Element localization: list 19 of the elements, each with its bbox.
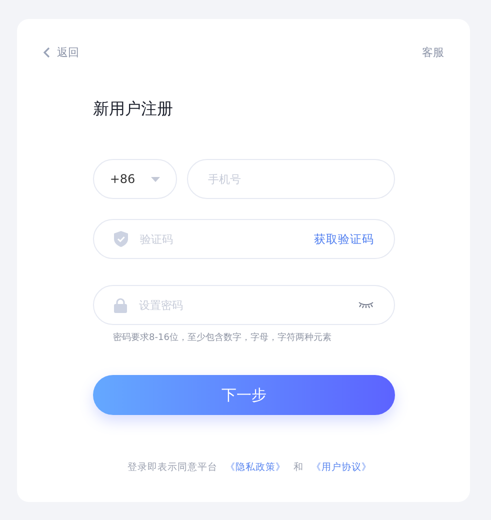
back-icon [43, 47, 50, 58]
phone-field[interactable]: 手机号 [187, 159, 395, 199]
user-agreement-link[interactable]: 《用户协议》 [312, 461, 372, 474]
agreement-text: 登录即表示同意平台 [128, 461, 218, 474]
lock-icon [114, 298, 127, 312]
caret-icon [151, 176, 160, 182]
page-title: 新用户注册 [93, 99, 174, 120]
password-hint: 密码要求8-16位，至少包含数字，字母，字符两种元素 [113, 332, 332, 344]
next-button[interactable]: 下一步 [93, 375, 395, 415]
back-link[interactable]: 返回 [43, 45, 79, 60]
country-code-dropdown[interactable]: +86 [93, 159, 177, 199]
get-code-link[interactable]: 获取验证码 [314, 232, 374, 246]
privacy-policy-link[interactable]: 《隐私政策》 [226, 461, 286, 474]
password-field[interactable]: 设置密码 [139, 298, 346, 312]
and-text: 和 [294, 461, 304, 474]
verification-code-field[interactable]: 验证码 [140, 232, 302, 246]
shield-icon [114, 231, 128, 247]
closed-eye-icon[interactable] [358, 301, 374, 309]
customer-service-link[interactable]: 客服 [422, 45, 444, 60]
